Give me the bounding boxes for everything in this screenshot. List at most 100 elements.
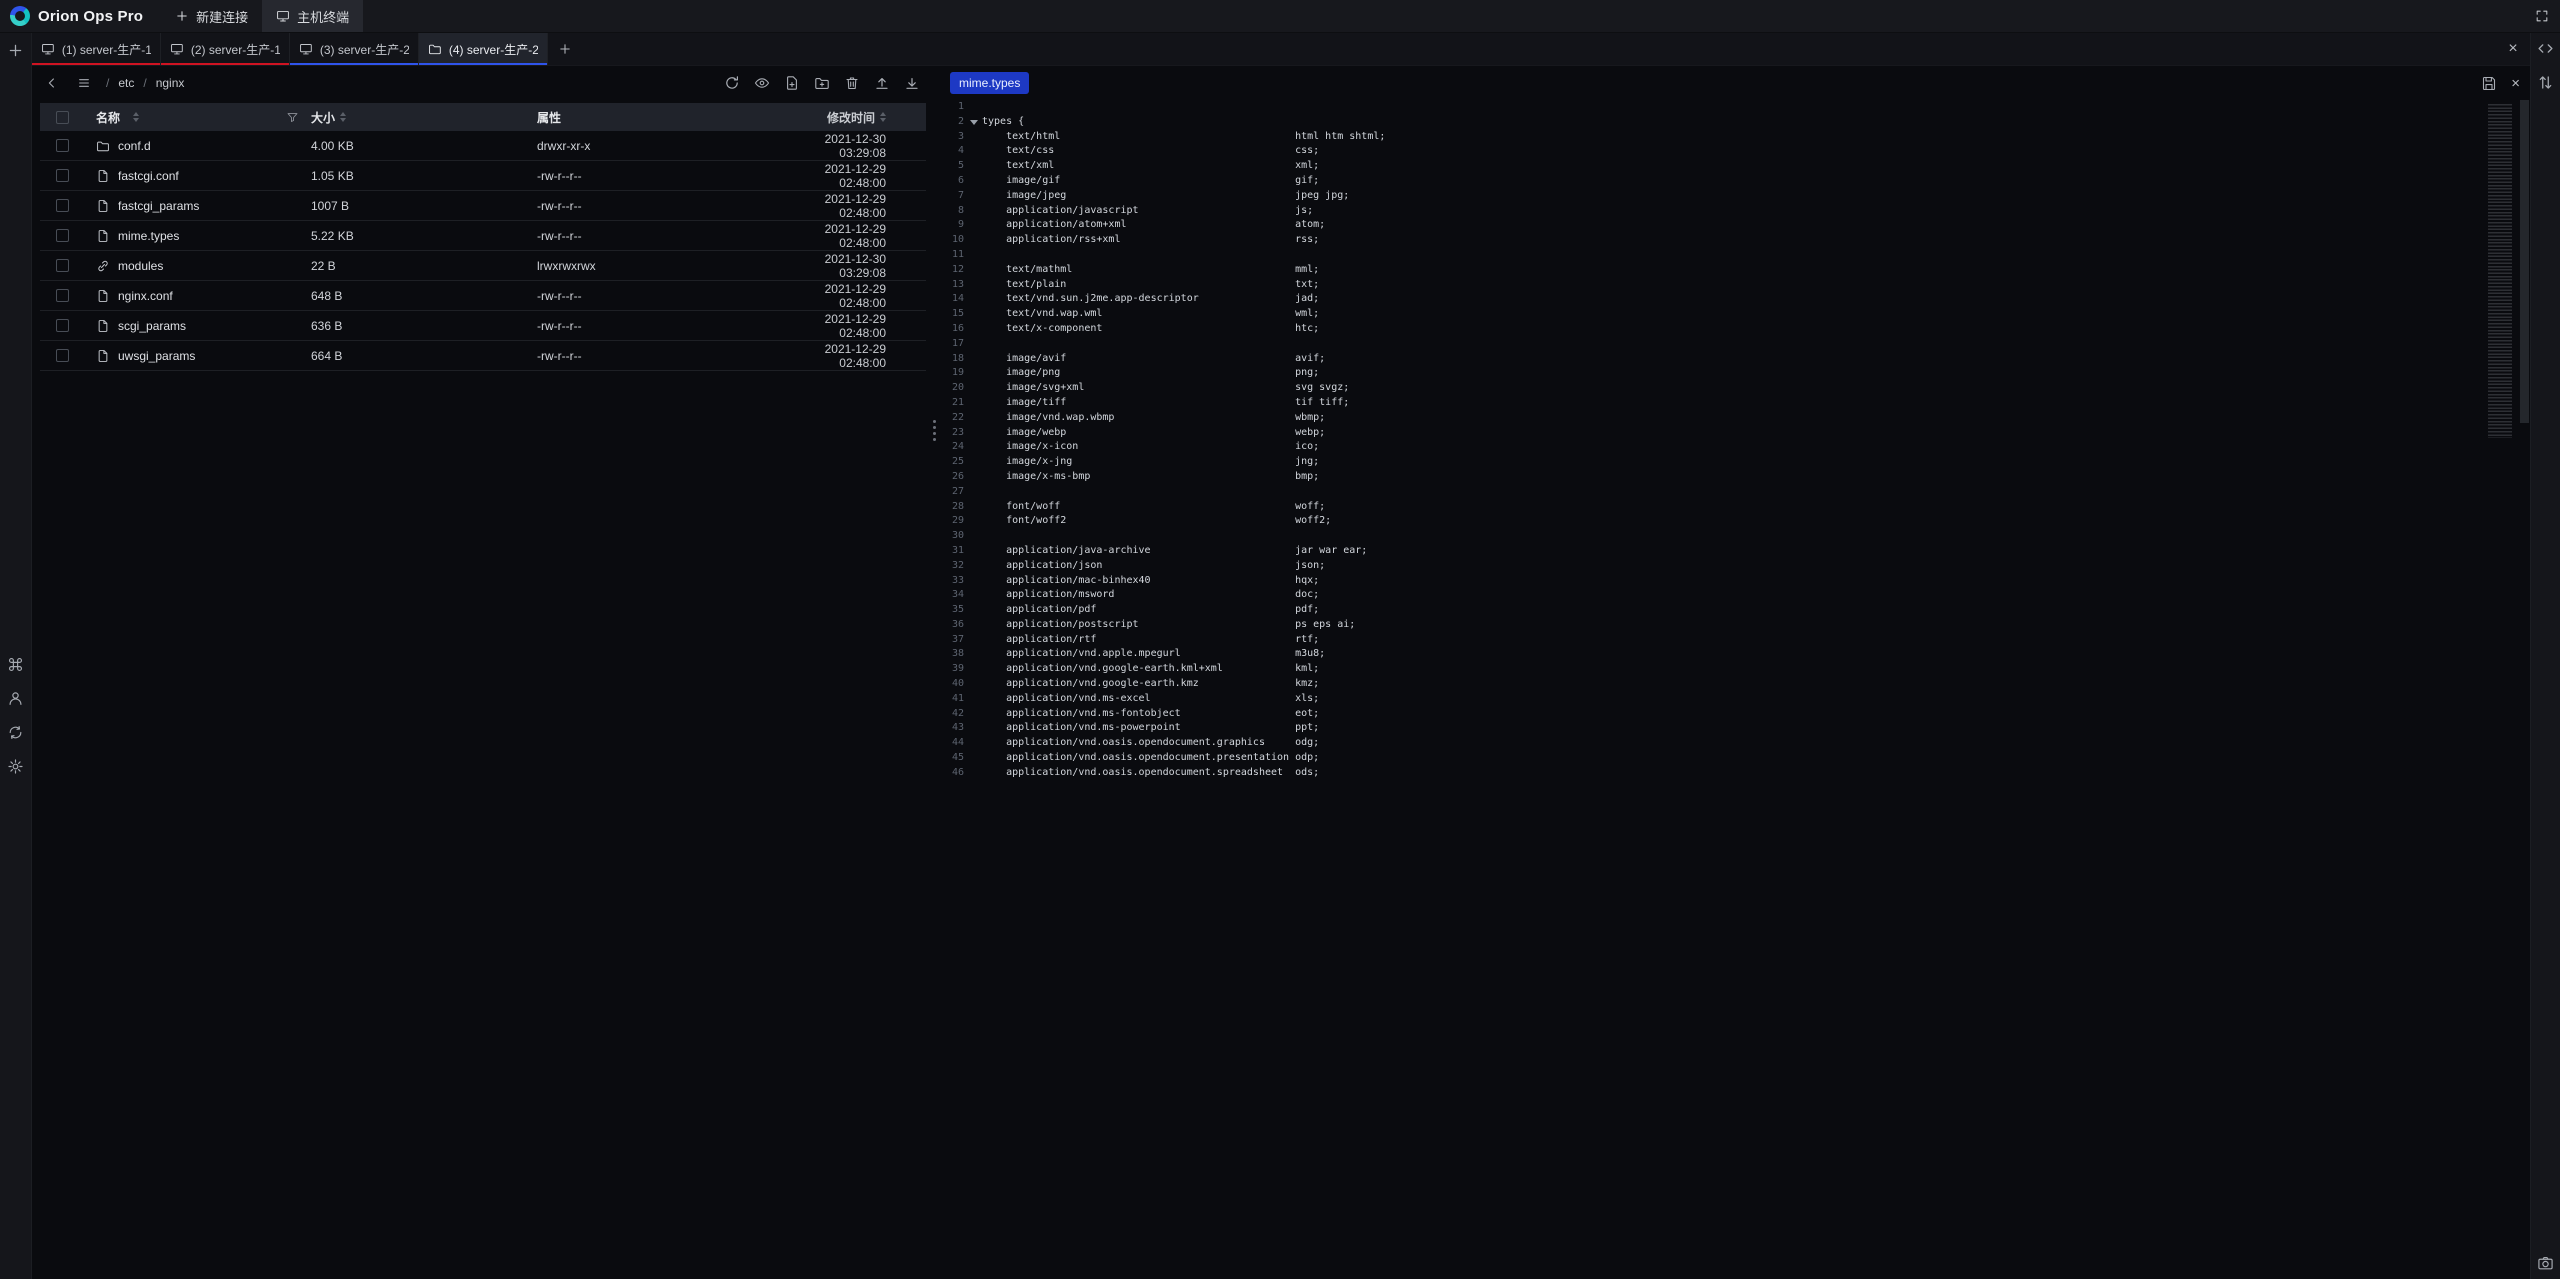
file-row[interactable]: mime.types 5.22 KB -rw-r--r-- 2021-12-29… [40, 221, 926, 251]
fold-chevron-icon[interactable] [964, 130, 982, 145]
file-row[interactable]: fastcgi.conf 1.05 KB -rw-r--r-- 2021-12-… [40, 161, 926, 191]
fold-chevron-icon[interactable] [964, 588, 982, 603]
code-line[interactable]: 16 text/x-component htc; [940, 322, 2530, 337]
fold-chevron-icon[interactable] [964, 440, 982, 455]
file-name[interactable]: fastcgi_params [118, 199, 199, 213]
fold-chevron-icon[interactable] [964, 337, 982, 352]
fold-chevron-icon[interactable] [964, 766, 982, 781]
fold-chevron-icon[interactable] [964, 278, 982, 293]
file-row[interactable]: uwsgi_params 664 B -rw-r--r-- 2021-12-29… [40, 341, 926, 371]
code-line[interactable]: 13 text/plain txt; [940, 278, 2530, 293]
code-line[interactable]: 1 [940, 100, 2530, 115]
session-tab[interactable]: (3) server-生产-2 [290, 33, 419, 65]
fold-chevron-icon[interactable] [964, 322, 982, 337]
fold-chevron-icon[interactable] [964, 218, 982, 233]
row-checkbox[interactable] [56, 349, 69, 362]
download-button[interactable] [902, 73, 922, 93]
code-line[interactable]: 39 application/vnd.google-earth.kml+xml … [940, 662, 2530, 677]
fold-chevron-icon[interactable] [964, 647, 982, 662]
code-line[interactable]: 11 [940, 248, 2530, 263]
minimap[interactable] [2488, 104, 2518, 438]
fold-chevron-icon[interactable] [964, 751, 982, 766]
fold-chevron-icon[interactable] [964, 677, 982, 692]
fold-chevron-icon[interactable] [964, 470, 982, 485]
code-line[interactable]: 34 application/msword doc; [940, 588, 2530, 603]
fold-chevron-icon[interactable] [964, 662, 982, 677]
code-line[interactable]: 8 application/javascript js; [940, 204, 2530, 219]
code-line[interactable]: 24 image/x-icon ico; [940, 440, 2530, 455]
fold-chevron-icon[interactable] [964, 233, 982, 248]
editor-close-button[interactable]: × [2511, 76, 2520, 91]
open-file-tab[interactable]: mime.types [950, 72, 1029, 94]
code-line[interactable]: 6 image/gif gif; [940, 174, 2530, 189]
file-row[interactable]: conf.d 4.00 KB drwxr-xr-x 2021-12-30 03:… [40, 131, 926, 161]
new-file-button[interactable] [782, 73, 802, 93]
fold-chevron-icon[interactable] [964, 411, 982, 426]
code-line[interactable]: 35 application/pdf pdf; [940, 603, 2530, 618]
code-line[interactable]: 12 text/mathml mml; [940, 263, 2530, 278]
upload-button[interactable] [872, 73, 892, 93]
file-name[interactable]: uwsgi_params [118, 349, 195, 363]
row-checkbox[interactable] [56, 259, 69, 272]
fold-chevron-icon[interactable] [964, 529, 982, 544]
breadcrumb-segment[interactable]: nginx [156, 76, 185, 90]
code-line[interactable]: 40 application/vnd.google-earth.kmz kmz; [940, 677, 2530, 692]
fold-chevron-icon[interactable] [964, 500, 982, 515]
code-line[interactable]: 27 [940, 485, 2530, 500]
back-button[interactable] [42, 73, 62, 93]
fold-chevron-icon[interactable] [964, 352, 982, 367]
code-line[interactable]: 9 application/atom+xml atom; [940, 218, 2530, 233]
code-line[interactable]: 5 text/xml xml; [940, 159, 2530, 174]
code-line[interactable]: 46 application/vnd.oasis.opendocument.sp… [940, 766, 2530, 781]
fold-chevron-icon[interactable] [964, 559, 982, 574]
transfer-button[interactable] [2536, 72, 2556, 92]
code-line[interactable]: 41 application/vnd.ms-excel xls; [940, 692, 2530, 707]
sort-mtime-control[interactable] [880, 112, 886, 122]
sort-size-control[interactable] [340, 112, 346, 122]
save-button[interactable] [2479, 73, 2499, 93]
row-checkbox[interactable] [56, 289, 69, 302]
code-line[interactable]: 45 application/vnd.oasis.opendocument.pr… [940, 751, 2530, 766]
file-name[interactable]: fastcgi.conf [118, 169, 179, 183]
select-all-checkbox[interactable] [56, 111, 69, 124]
code-line[interactable]: 22 image/vnd.wap.wbmp wbmp; [940, 411, 2530, 426]
sort-name-control[interactable] [133, 112, 139, 122]
code-line[interactable]: 29 font/woff2 woff2; [940, 514, 2530, 529]
fold-chevron-icon[interactable] [964, 721, 982, 736]
code-line[interactable]: 25 image/x-jng jng; [940, 455, 2530, 470]
code-line[interactable]: 23 image/webp webp; [940, 426, 2530, 441]
file-name[interactable]: mime.types [118, 229, 179, 243]
nav-new-connection[interactable]: 新建连接 [161, 0, 262, 32]
command-button[interactable] [6, 654, 26, 674]
code-line[interactable]: 42 application/vnd.ms-fontobject eot; [940, 707, 2530, 722]
fold-chevron-icon[interactable] [964, 396, 982, 411]
file-name[interactable]: scgi_params [118, 319, 186, 333]
fold-chevron-icon[interactable] [964, 159, 982, 174]
session-tab[interactable]: (1) server-生产-1 [32, 33, 161, 65]
new-folder-button[interactable] [812, 73, 832, 93]
fold-chevron-icon[interactable] [964, 263, 982, 278]
fold-chevron-icon[interactable] [964, 633, 982, 648]
fold-chevron-icon[interactable] [964, 174, 982, 189]
close-all-tabs-button[interactable]: × [2496, 33, 2530, 65]
file-row[interactable]: fastcgi_params 1007 B -rw-r--r-- 2021-12… [40, 191, 926, 221]
row-checkbox[interactable] [56, 199, 69, 212]
code-line[interactable]: 4 text/css css; [940, 144, 2530, 159]
fold-chevron-icon[interactable] [964, 144, 982, 159]
fold-chevron-icon[interactable] [964, 115, 982, 130]
fold-chevron-icon[interactable] [964, 455, 982, 470]
nav-host-terminal[interactable]: 主机终端 [262, 0, 363, 32]
fold-chevron-icon[interactable] [964, 366, 982, 381]
code-editor[interactable]: 1 2 types { 3 text/html html htm shtml; … [940, 100, 2530, 781]
fold-chevron-icon[interactable] [964, 736, 982, 751]
fold-chevron-icon[interactable] [964, 248, 982, 263]
row-checkbox[interactable] [56, 139, 69, 152]
fold-chevron-icon[interactable] [964, 100, 982, 115]
fold-chevron-icon[interactable] [964, 485, 982, 500]
delete-button[interactable] [842, 73, 862, 93]
code-line[interactable]: 3 text/html html htm shtml; [940, 130, 2530, 145]
column-header-name[interactable]: 名称 [96, 109, 120, 126]
fullscreen-button[interactable] [2532, 6, 2552, 26]
code-line[interactable]: 15 text/vnd.wap.wml wml; [940, 307, 2530, 322]
filter-icon[interactable] [286, 111, 299, 124]
